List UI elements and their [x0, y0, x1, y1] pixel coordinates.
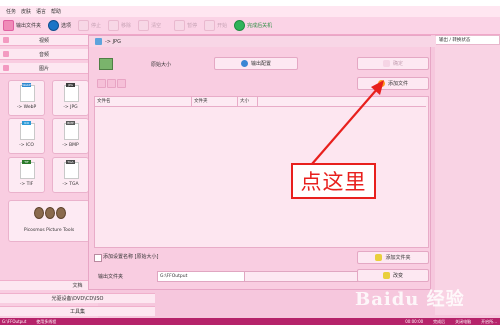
format-tag: JPG — [66, 83, 75, 87]
clear-icon — [138, 20, 150, 31]
add-folder-button[interactable]: 添加文件夹 — [357, 251, 429, 264]
format-webp[interactable]: WebP -> WebP — [8, 80, 45, 116]
format-label: -> TIF — [19, 182, 34, 187]
jpg-convert-dialog: -> JPG 原始大小 输出配置 确定 添加文件 文件名 文件夹 大小 添加设置… — [88, 35, 436, 290]
folder-browse-icon — [382, 272, 390, 279]
file-list-table[interactable]: 文件名 文件夹 大小 — [94, 96, 429, 248]
folder-icon — [3, 20, 14, 31]
baidu-watermark: Baidu 经验 — [355, 289, 465, 310]
status-multithread: 使用多线程 — [36, 318, 57, 324]
tif-file-icon — [20, 162, 35, 179]
category-tools[interactable]: 工具集 — [0, 306, 155, 316]
video-icon — [3, 37, 9, 43]
menu-task[interactable]: 任务 — [6, 8, 16, 15]
play-icon — [204, 20, 216, 31]
format-tag: TGA — [66, 160, 75, 164]
keep-name-label: 添加设置名称 [原始大小] — [103, 254, 159, 260]
dialog-icon — [95, 38, 102, 45]
jpg-file-icon — [64, 85, 79, 102]
main-toolbar: 输出文件夹 选项 停止 移除 清空 暂停 开始 完成后关机 — [0, 17, 500, 35]
options-button[interactable]: 选项 — [48, 20, 71, 31]
column-size[interactable]: 大小 — [238, 97, 258, 106]
audio-icon — [3, 51, 9, 57]
options-icon — [48, 20, 60, 31]
format-tga[interactable]: TGA -> TGA — [52, 157, 89, 193]
move-up-icon[interactable] — [97, 79, 106, 88]
image-preview-icon — [99, 58, 113, 70]
ok-button[interactable]: 确定 — [357, 57, 429, 70]
bmp-file-icon — [64, 123, 79, 140]
output-folder-dropdown[interactable]: ▼ — [244, 271, 368, 282]
output-settings-button[interactable]: 输出配置 — [214, 57, 298, 70]
category-image[interactable]: 图片 — [0, 63, 88, 74]
output-status-list — [435, 45, 500, 315]
status-time: 00:00:00 — [405, 319, 424, 324]
category-disc[interactable]: 光驱设备\DVD\CD\ISO — [0, 293, 155, 303]
category-audio[interactable]: 音频 — [0, 49, 88, 60]
pause-button[interactable]: 暂停 — [174, 20, 197, 31]
image-icon — [3, 65, 9, 71]
picosmos-label: Picosmos Picture Tools — [23, 228, 75, 233]
format-label: -> WebP — [16, 105, 37, 110]
left-panel: 视频 音频 图片 WebP -> WebP JPG -> JPG ICO -> … — [0, 35, 98, 318]
output-folder-path[interactable]: G:\FFOutput — [157, 271, 251, 282]
tga-file-icon — [64, 162, 79, 179]
category-video[interactable]: 视频 — [0, 35, 88, 46]
original-size-label: 原始大小 — [151, 62, 172, 68]
picosmos-tools[interactable]: Picosmos Picture Tools — [8, 200, 90, 242]
status-extra: 开启所... — [481, 318, 497, 324]
status-after: 完成后 — [433, 318, 446, 324]
add-folder-icon — [375, 254, 383, 261]
pause-icon — [174, 20, 186, 31]
remove-icon — [108, 20, 120, 31]
menu-language[interactable]: 语言 — [36, 8, 46, 15]
dialog-title-bar: -> JPG — [89, 36, 436, 47]
picosmos-icon — [34, 207, 66, 221]
format-label: -> ICO — [19, 143, 34, 148]
stop-icon — [78, 20, 90, 31]
delete-icon[interactable] — [107, 79, 116, 88]
add-file-button[interactable]: 添加文件 — [357, 77, 429, 90]
format-grid: WebP -> WebP JPG -> JPG ICO -> ICO BMP -… — [8, 80, 89, 280]
shutdown-after-button[interactable]: 完成后关机 — [234, 20, 272, 31]
webp-file-icon — [20, 85, 35, 102]
status-shutdown: 关闭电脑 — [455, 318, 472, 324]
keep-name-checkbox[interactable] — [94, 254, 102, 262]
format-tif[interactable]: TIF -> TIF — [8, 157, 45, 193]
column-folder[interactable]: 文件夹 — [192, 97, 238, 106]
output-folder-label: 输出文件夹 — [98, 274, 124, 280]
status-bar: G:\FFOutput 使用多线程 00:00:00 完成后 关闭电脑 开启所.… — [0, 318, 500, 325]
menu-bar: 任务 皮肤 语言 帮助 — [0, 6, 500, 17]
column-filename[interactable]: 文件名 — [95, 97, 192, 106]
clear-list-icon[interactable] — [117, 79, 126, 88]
format-tag: ICO — [22, 121, 31, 125]
format-ico[interactable]: ICO -> ICO — [8, 118, 45, 154]
browse-button[interactable]: 改变 — [357, 269, 429, 282]
format-jpg[interactable]: JPG -> JPG — [52, 80, 89, 116]
power-icon — [234, 20, 246, 31]
format-label: -> TGA — [62, 182, 79, 187]
format-bmp[interactable]: BMP -> BMP — [52, 118, 89, 154]
format-tag: TIF — [22, 160, 31, 164]
output-status-header: 输出 / 转换状态 — [435, 35, 500, 45]
start-button[interactable]: 开始 — [204, 20, 227, 31]
menu-help[interactable]: 帮助 — [51, 8, 61, 15]
format-tag: WebP — [22, 83, 31, 87]
clear-button[interactable]: 清空 — [138, 20, 161, 31]
ico-file-icon — [20, 123, 35, 140]
dialog-title: -> JPG — [105, 38, 121, 45]
stop-button[interactable]: 停止 — [78, 20, 101, 31]
settings-icon — [240, 60, 248, 67]
add-file-icon — [377, 80, 385, 87]
format-label: -> JPG — [63, 105, 78, 110]
menu-skin[interactable]: 皮肤 — [21, 8, 31, 15]
table-header: 文件名 文件夹 大小 — [95, 97, 426, 107]
remove-button[interactable]: 移除 — [108, 20, 131, 31]
format-label: -> BMP — [62, 143, 79, 148]
status-output-path: G:\FFOutput — [2, 319, 27, 324]
output-folder-button[interactable]: 输出文件夹 — [3, 20, 41, 31]
ok-icon — [382, 60, 390, 67]
annotation-callout: 点这里 — [291, 163, 376, 199]
format-tag: BMP — [66, 121, 75, 125]
